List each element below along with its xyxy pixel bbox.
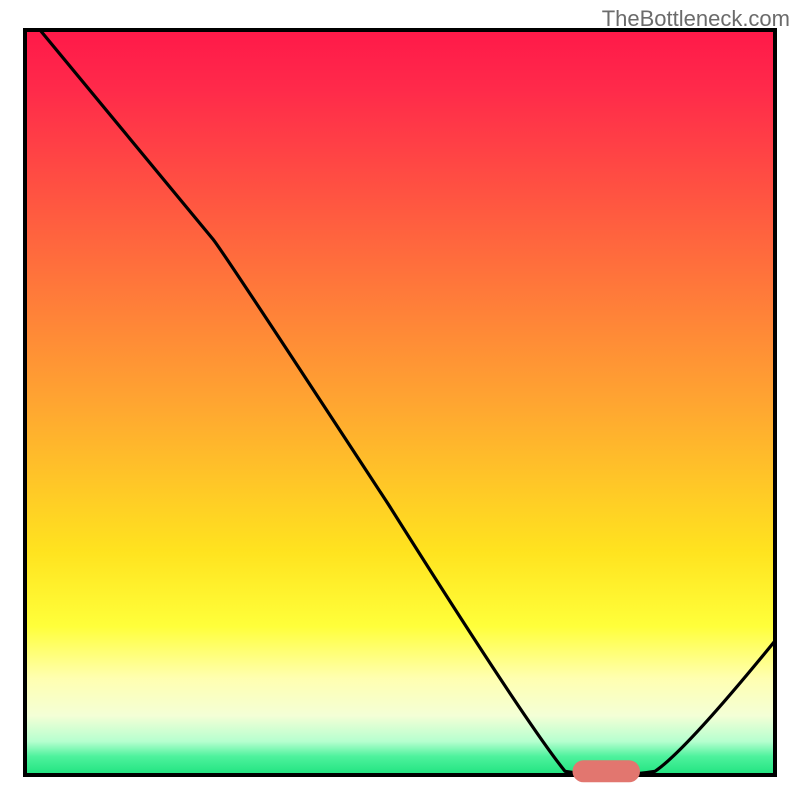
plot-background (25, 30, 775, 775)
chart-container: TheBottleneck.com (0, 0, 800, 800)
bottleneck-chart (0, 0, 800, 800)
sweet-spot-marker (573, 760, 641, 782)
attribution-text: TheBottleneck.com (602, 6, 790, 32)
